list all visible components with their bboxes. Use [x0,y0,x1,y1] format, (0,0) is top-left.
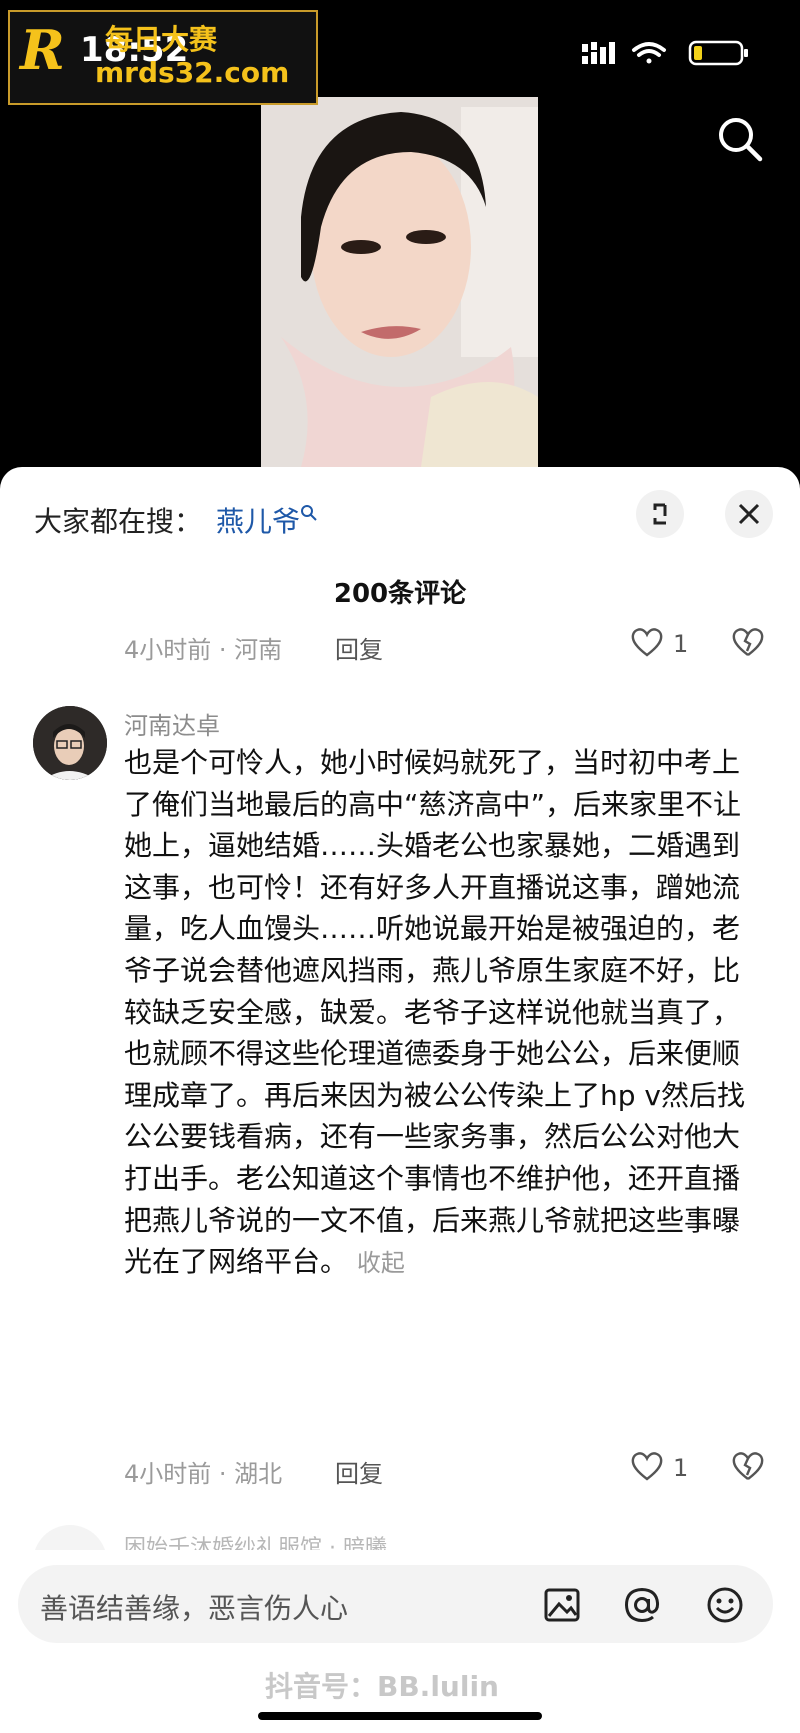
like-count: 1 [673,630,689,658]
dislike-button[interactable] [731,626,767,662]
comment-content: 也是个可怜人，她小时候妈就死了，当时初中考上了俺们当地最后的高中“慈济高中”，后… [124,746,745,1279]
close-button[interactable] [725,490,773,538]
expand-button[interactable] [636,490,684,538]
comment-count: 200条评论 [333,579,467,609]
search-icon [719,118,763,162]
expand-icon [653,503,667,525]
home-indicator[interactable] [258,1712,542,1720]
image-icon [544,1588,580,1622]
wifi-icon [632,42,666,64]
comment-meta: 4小时前 · 湖北 [124,1460,283,1488]
status-icons [582,38,752,68]
like-button[interactable] [630,1450,670,1486]
like-button[interactable] [630,626,670,662]
mention-button[interactable] [622,1585,662,1625]
site-url: mrds32.com [95,56,290,89]
trending-search-prefix: 大家都在搜： [34,505,203,538]
dislike-icon [732,1452,764,1480]
avatar[interactable] [33,706,107,780]
signal-icon [582,42,615,64]
comment-input-placeholder[interactable]: 善语结善缘，恶言伤人心 [40,1587,348,1627]
video-frame[interactable] [261,97,538,467]
comment-username[interactable]: 河南达卓 [124,706,220,741]
site-logo-letter: R [20,18,65,82]
video-person-image [261,97,538,467]
heart-icon [631,1452,663,1481]
at-icon [624,1587,660,1623]
emoji-icon [707,1587,743,1623]
collapse-button[interactable]: 收起 [357,1249,405,1277]
battery-icon [688,40,748,66]
small-search-icon [301,505,317,521]
platform-watermark: 抖音号：BB.lulin [265,1670,499,1703]
dislike-button[interactable] [731,1450,767,1486]
site-name: 每日大赛 [105,23,218,56]
trending-keyword-text[interactable]: 燕儿爷 [216,505,300,538]
close-icon [738,503,760,525]
reply-button[interactable]: 回复 [335,630,383,665]
heart-icon [631,628,663,657]
emoji-button[interactable] [705,1585,745,1625]
trending-search-keyword[interactable]: 燕儿爷 [216,500,318,540]
image-button[interactable] [542,1585,582,1625]
like-count: 1 [673,1454,689,1482]
comment-text: 也是个可怜人，她小时候妈就死了，当时初中考上了俺们当地最后的高中“慈济高中”，后… [124,742,764,1285]
dislike-icon [732,628,764,656]
reply-button[interactable]: 回复 [335,1454,383,1489]
search-button[interactable] [716,115,764,163]
comment-meta: 4小时前 · 河南 [124,636,283,664]
